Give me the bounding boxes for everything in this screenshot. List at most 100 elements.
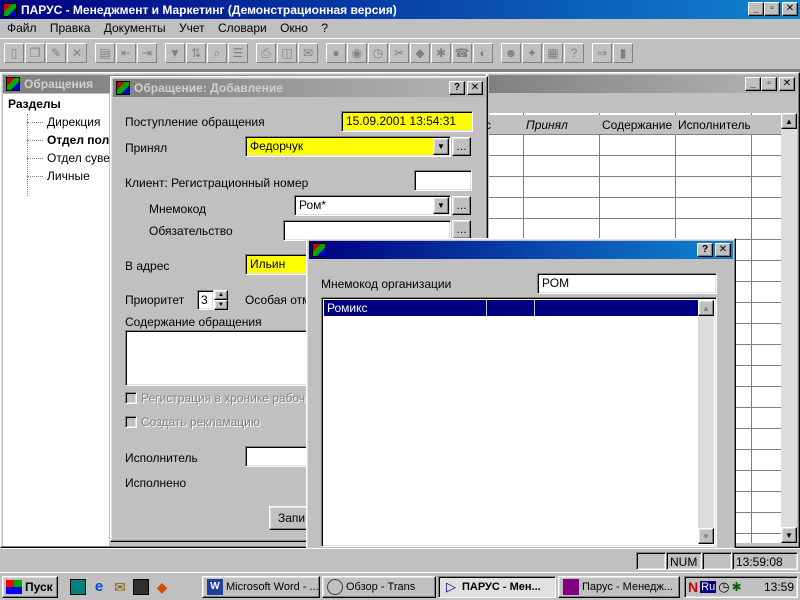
- content-textarea[interactable]: [125, 330, 315, 386]
- maximize-button[interactable]: ▫: [764, 2, 780, 16]
- dialog-help-button[interactable]: ?: [449, 81, 465, 95]
- chart-icon[interactable]: ◆: [410, 43, 430, 63]
- status-time: 13:59:08: [732, 552, 798, 570]
- records-maximize-button[interactable]: ▫: [761, 77, 777, 91]
- accepted-combo[interactable]: Федорчук: [245, 136, 451, 157]
- received-field[interactable]: 15.09.2001 13:54:31: [341, 111, 473, 132]
- edit-doc-icon[interactable]: ✎: [46, 43, 66, 63]
- fox-icon[interactable]: ◆: [154, 579, 170, 595]
- new-doc-icon[interactable]: ▯: [4, 43, 24, 63]
- menu-accounting[interactable]: Учет: [174, 20, 210, 37]
- lookup-help-button[interactable]: ?: [697, 243, 713, 257]
- menu-help[interactable]: ?: [316, 20, 333, 37]
- records-scrollbar[interactable]: ▲ ▼: [781, 113, 797, 543]
- app-icon[interactable]: [3, 2, 17, 17]
- preview-icon[interactable]: ◫: [277, 43, 297, 63]
- close-button[interactable]: ✕: [782, 2, 798, 16]
- register-chronicle-checkbox[interactable]: Регистрация в хронике рабоч: [125, 391, 305, 405]
- delete-icon[interactable]: ✕: [67, 43, 87, 63]
- phone-icon[interactable]: ☎: [452, 43, 472, 63]
- start-button[interactable]: Пуск: [2, 576, 58, 598]
- column-header[interactable]: Исполнитель: [678, 118, 750, 132]
- tree-root[interactable]: Разделы: [8, 97, 61, 111]
- find-icon[interactable]: ⌕: [207, 43, 227, 63]
- taskbar-item-parus-active[interactable]: ▷ ПАРУС - Мен...: [438, 576, 556, 598]
- save-button-label: Запи: [278, 511, 306, 525]
- priority-down-button[interactable]: ▼: [214, 300, 228, 310]
- send-icon[interactable]: ✉: [298, 43, 318, 63]
- records-minimize-button[interactable]: _: [745, 77, 761, 91]
- executor-field[interactable]: [245, 446, 315, 467]
- filter-icon[interactable]: ▼: [165, 43, 185, 63]
- lookup-icon[interactable]: [312, 243, 326, 257]
- obligation-label: Обязательство: [149, 224, 233, 238]
- settings-icon[interactable]: ✱: [431, 43, 451, 63]
- menu-edit[interactable]: Правка: [45, 20, 96, 37]
- outlook-icon[interactable]: ✉: [112, 579, 128, 595]
- mnemo-combo[interactable]: Ром*: [294, 195, 451, 216]
- menu-documents[interactable]: Документы: [99, 20, 171, 37]
- export-icon[interactable]: ⇥: [137, 43, 157, 63]
- priority-field[interactable]: 3: [197, 290, 214, 310]
- accepted-browse-button[interactable]: …: [452, 137, 471, 156]
- taskbar-item-explorer[interactable]: Обзор - Trans: [322, 576, 436, 598]
- taskbar-item-parus2[interactable]: Парус - Менедж...: [558, 576, 680, 598]
- records-close-button[interactable]: ✕: [779, 77, 795, 91]
- tree-item[interactable]: Личные: [47, 169, 90, 183]
- person-icon[interactable]: ◐: [473, 43, 493, 63]
- sections-window-icon[interactable]: [6, 77, 20, 91]
- clock-tray-icon[interactable]: ◷: [718, 579, 729, 595]
- create-claim-checkbox[interactable]: Создать рекламацию: [125, 415, 260, 429]
- lookup-close-button[interactable]: ✕: [715, 243, 731, 257]
- minimize-button[interactable]: _: [748, 2, 764, 16]
- norton-icon[interactable]: N: [688, 579, 698, 595]
- tree-item[interactable]: Отдел поли: [47, 133, 117, 147]
- app-title: ПАРУС - Менеджмент и Маркетинг (Демонстр…: [21, 2, 397, 17]
- dialog-icon[interactable]: [116, 81, 130, 95]
- menu-file[interactable]: Файл: [2, 20, 42, 37]
- clock-icon[interactable]: ◷: [368, 43, 388, 63]
- list-item[interactable]: Ромикс: [324, 300, 698, 316]
- bug-icon[interactable]: ✱: [732, 580, 742, 594]
- insert-icon[interactable]: ▤: [95, 43, 115, 63]
- copy-doc-icon[interactable]: ❐: [25, 43, 45, 63]
- taskbar-item-label: Обзор - Trans: [346, 581, 416, 593]
- sort-icon[interactable]: ⇅: [186, 43, 206, 63]
- menu-dictionaries[interactable]: Словари: [213, 20, 272, 37]
- mnemo-browse-button[interactable]: …: [452, 196, 471, 215]
- org-list-scrollbar[interactable]: ▲ ▼: [698, 300, 714, 544]
- priority-spinner[interactable]: ▲ ▼: [214, 290, 228, 310]
- print-icon[interactable]: ⎙: [256, 43, 276, 63]
- calculator-icon[interactable]: ✦: [522, 43, 542, 63]
- mnemo-dropdown-button[interactable]: ▼: [433, 197, 449, 214]
- client-reg-number-field[interactable]: [414, 170, 472, 191]
- list-icon[interactable]: ☰: [228, 43, 248, 63]
- calculator2-icon[interactable]: ▦: [543, 43, 563, 63]
- desktop-icon[interactable]: [70, 579, 86, 595]
- channels-icon[interactable]: [133, 579, 149, 595]
- report-icon[interactable]: ◉: [347, 43, 367, 63]
- calendar-icon[interactable]: ●: [326, 43, 346, 63]
- obligation-browse-button[interactable]: …: [452, 220, 471, 239]
- tree-item[interactable]: Отдел сувен: [47, 151, 117, 165]
- language-indicator[interactable]: Ru: [700, 581, 717, 593]
- column-header[interactable]: Принял: [526, 118, 568, 132]
- accepted-dropdown-button[interactable]: ▼: [433, 138, 449, 155]
- network-icon[interactable]: ☻: [501, 43, 521, 63]
- help-icon[interactable]: ?: [564, 43, 584, 63]
- taskbar-item-word[interactable]: W Microsoft Word - ...: [202, 576, 320, 598]
- menu-window[interactable]: Окно: [275, 20, 313, 37]
- tree-item[interactable]: Дирекция: [47, 115, 101, 129]
- import-icon[interactable]: ⇤: [116, 43, 136, 63]
- priority-up-button[interactable]: ▲: [214, 290, 228, 300]
- address-combo[interactable]: Ильин: [245, 254, 315, 275]
- dialog-close-button[interactable]: ✕: [467, 81, 483, 95]
- browser-icon[interactable]: e: [91, 579, 107, 595]
- tools-icon[interactable]: ✂: [389, 43, 409, 63]
- door-icon[interactable]: ▮: [613, 43, 633, 63]
- org-mnemo-field[interactable]: РОМ: [537, 273, 717, 294]
- exit-icon[interactable]: ⇒: [592, 43, 612, 63]
- register-chronicle-box[interactable]: [125, 392, 137, 404]
- create-claim-box[interactable]: [125, 416, 137, 428]
- column-header[interactable]: Содержание: [602, 118, 672, 132]
